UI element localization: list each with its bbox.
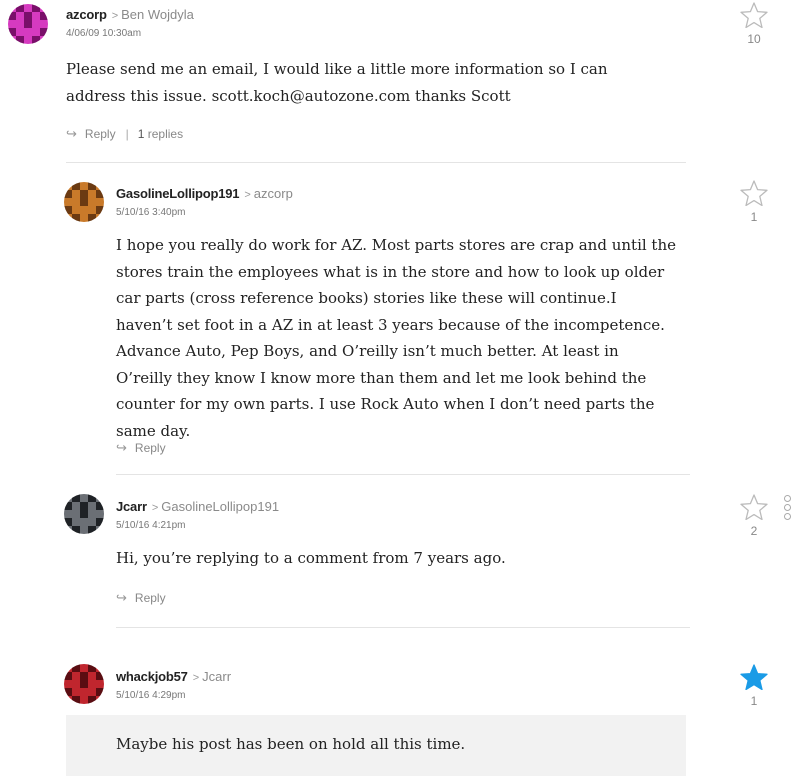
- parent-author[interactable]: azcorp: [254, 186, 293, 201]
- comment-body: I hope you really do work for AZ. Most p…: [116, 236, 676, 440]
- comment-actions: ↪ Reply | 1 replies: [66, 126, 183, 142]
- author-name[interactable]: azcorp: [66, 7, 107, 22]
- comment-header: azcorp > Ben Wojdyla: [66, 6, 194, 24]
- divider: |: [125, 127, 129, 141]
- avatar[interactable]: [8, 4, 48, 44]
- replies-label: replies: [147, 127, 184, 141]
- timestamp[interactable]: 5/10/16 4:29pm: [116, 690, 186, 701]
- timestamp[interactable]: 5/10/16 4:21pm: [116, 520, 186, 531]
- comment: whackjob57 > Jcarr 5/10/16 4:29pm Maybe hi…: [0, 630, 800, 776]
- reply-arrow-icon: ↪: [66, 126, 77, 141]
- replies-count: 1: [137, 127, 145, 141]
- avatar[interactable]: [64, 664, 104, 704]
- reply-button[interactable]: Reply: [135, 591, 166, 605]
- reply-button[interactable]: Reply: [85, 127, 116, 141]
- comment-header: GasolineLollipop191 > azcorp: [116, 185, 293, 203]
- timestamp[interactable]: 5/10/16 3:40pm: [116, 207, 186, 218]
- chevron-right-icon: >: [111, 10, 119, 22]
- star-icon[interactable]: [740, 2, 768, 28]
- avatar[interactable]: [64, 182, 104, 222]
- chevron-right-icon: >: [151, 502, 159, 514]
- replies-link[interactable]: 1 replies: [138, 127, 183, 141]
- author-name[interactable]: whackjob57: [116, 669, 188, 684]
- comment-actions: ↪ Reply: [116, 440, 166, 456]
- parent-author[interactable]: Jcarr: [202, 669, 231, 684]
- star-icon[interactable]: [740, 180, 768, 206]
- chevron-right-icon: >: [192, 672, 200, 684]
- reply-button[interactable]: Reply: [135, 441, 166, 455]
- author-name[interactable]: GasolineLollipop191: [116, 186, 240, 201]
- divider: [66, 162, 686, 163]
- chevron-right-icon: >: [244, 189, 251, 201]
- more-options-icon[interactable]: [784, 495, 792, 522]
- divider: [116, 627, 690, 628]
- comment-body: Please send me an email, I would like a …: [66, 60, 608, 105]
- star-count: 10: [747, 32, 761, 46]
- star-count: 1: [750, 210, 758, 224]
- comment: GasolineLollipop191 > azcorp 5/10/16 3:40p…: [0, 170, 800, 480]
- parent-author[interactable]: GasolineLollipop191: [161, 499, 279, 514]
- comment-header: Jcarr > GasolineLollipop191: [116, 498, 279, 516]
- timestamp[interactable]: 4/06/09 10:30am: [66, 28, 141, 39]
- reply-arrow-icon: ↪: [116, 440, 127, 455]
- star-count: 2: [750, 524, 758, 538]
- author-name[interactable]: Jcarr: [116, 499, 147, 514]
- star-count: 1: [750, 694, 758, 708]
- avatar[interactable]: [64, 494, 104, 534]
- comment-body: Maybe his post has been on hold all this…: [116, 735, 466, 753]
- comment: Jcarr > GasolineLollipop191 5/10/16 4:21pm…: [0, 480, 800, 630]
- star-icon[interactable]: [740, 664, 768, 690]
- comment-body: Hi, you’re replying to a comment from 7 …: [116, 549, 506, 567]
- comment-header: whackjob57 > Jcarr: [116, 668, 231, 686]
- comment: azcorp > Ben Wojdyla 4/06/09 10:30am Pleas…: [0, 0, 800, 170]
- reply-arrow-icon: ↪: [116, 590, 127, 605]
- star-icon[interactable]: [740, 494, 768, 520]
- parent-author[interactable]: Ben Wojdyla: [121, 7, 194, 22]
- comment-actions: ↪ Reply: [116, 590, 166, 606]
- divider: [116, 474, 690, 475]
